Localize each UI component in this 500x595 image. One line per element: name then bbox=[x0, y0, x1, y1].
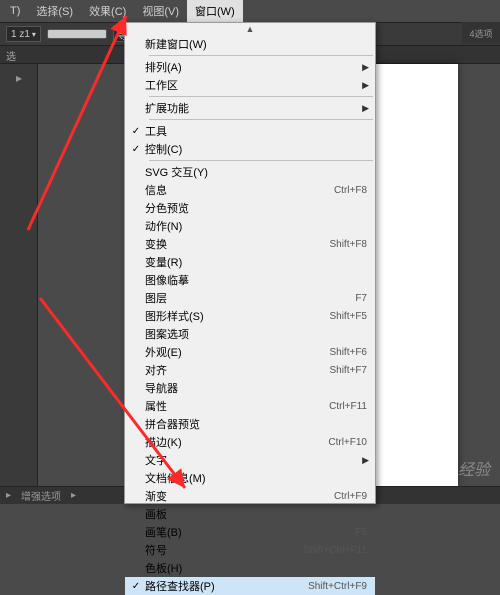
menu-effect[interactable]: 效果(C) bbox=[81, 0, 134, 22]
submenu-arrow-icon: ▶ bbox=[362, 80, 369, 91]
menu-extensions[interactable]: 扩展功能 ▶ bbox=[125, 99, 375, 117]
menu-separator bbox=[149, 160, 373, 161]
menu-window[interactable]: 窗口(W) bbox=[187, 0, 243, 22]
menu-new-window[interactable]: 新建窗口(W) bbox=[125, 35, 375, 53]
status-chevron-icon[interactable]: ▸ bbox=[71, 490, 76, 501]
menu-pathfinder[interactable]: ✓路径查找器(P)Shift+Ctrl+F9 bbox=[125, 577, 375, 595]
menu-scroll-up[interactable]: ▲ bbox=[125, 23, 375, 35]
menu-brushes[interactable]: 画笔(B)F5 bbox=[125, 523, 375, 541]
menu-workspace[interactable]: 工作区 ▶ bbox=[125, 76, 375, 94]
submenu-arrow-icon: ▶ bbox=[362, 62, 369, 73]
menu-transform[interactable]: 变换Shift+F8 bbox=[125, 235, 375, 253]
submenu-arrow-icon: ▶ bbox=[362, 103, 369, 114]
menu-info[interactable]: 信息Ctrl+F8 bbox=[125, 181, 375, 199]
menu-image-trace[interactable]: 图像临摹 bbox=[125, 271, 375, 289]
menu-attributes[interactable]: 属性Ctrl+F11 bbox=[125, 397, 375, 415]
menu-artboards[interactable]: 画板 bbox=[125, 505, 375, 523]
menu-control[interactable]: ✓ 控制(C) bbox=[125, 140, 375, 158]
menu-separator bbox=[149, 96, 373, 97]
menu-pattern-options[interactable]: 图案选项 bbox=[125, 325, 375, 343]
menu-actions[interactable]: 动作(N) bbox=[125, 217, 375, 235]
menu-object[interactable]: T) bbox=[2, 2, 28, 20]
menu-separations-preview[interactable]: 分色预览 bbox=[125, 199, 375, 217]
menu-gradient[interactable]: 渐变Ctrl+F9 bbox=[125, 487, 375, 505]
menu-tools[interactable]: ✓ 工具 bbox=[125, 122, 375, 140]
menu-appearance[interactable]: 外观(E)Shift+F6 bbox=[125, 343, 375, 361]
menu-stroke[interactable]: 描边(K)Ctrl+F10 bbox=[125, 433, 375, 451]
menu-navigator[interactable]: 导航器 bbox=[125, 379, 375, 397]
menu-separator bbox=[149, 119, 373, 120]
menubar: T) 选择(S) 效果(C) 视图(V) 窗口(W) bbox=[0, 0, 500, 22]
status-label: 增强选项 bbox=[21, 488, 61, 503]
menu-separator bbox=[149, 55, 373, 56]
check-icon: ✓ bbox=[127, 126, 145, 137]
menu-select[interactable]: 选择(S) bbox=[28, 0, 81, 22]
check-icon: ✓ bbox=[127, 144, 145, 155]
right-tab[interactable]: 4选项 bbox=[462, 22, 500, 44]
menu-graphic-styles[interactable]: 图形样式(S)Shift+F5 bbox=[125, 307, 375, 325]
submenu-arrow-icon: ▶ bbox=[362, 455, 369, 466]
menu-layers[interactable]: 图层F7 bbox=[125, 289, 375, 307]
menu-type[interactable]: 文字▶ bbox=[125, 451, 375, 469]
menu-flattener-preview[interactable]: 拼合器预览 bbox=[125, 415, 375, 433]
menu-document-info[interactable]: 文档信息(M) bbox=[125, 469, 375, 487]
status-zoom[interactable]: ▸ bbox=[6, 490, 11, 501]
window-menu-dropdown: ▲ 新建窗口(W) 排列(A) ▶ 工作区 ▶ 扩展功能 ▶ ✓ 工具 ✓ 控制… bbox=[124, 22, 376, 504]
tool-unknown[interactable]: ▸ bbox=[2, 66, 36, 90]
menu-swatches[interactable]: 色板(H) bbox=[125, 559, 375, 577]
menu-svg-interactivity[interactable]: SVG 交互(Y) bbox=[125, 163, 375, 181]
menu-align[interactable]: 对齐Shift+F7 bbox=[125, 361, 375, 379]
menu-variables[interactable]: 变量(R) bbox=[125, 253, 375, 271]
menu-view[interactable]: 视图(V) bbox=[134, 0, 187, 22]
zoom-field[interactable]: 1 z1▾ bbox=[6, 26, 41, 42]
toolbox: ▸ bbox=[0, 64, 38, 486]
watermark: Baidu经验 bbox=[417, 456, 490, 480]
menu-symbols[interactable]: 符号Shift+Ctrl+F11 bbox=[125, 541, 375, 559]
check-icon: ✓ bbox=[127, 581, 145, 592]
menu-arrange[interactable]: 排列(A) ▶ bbox=[125, 58, 375, 76]
stroke-slider[interactable] bbox=[47, 29, 107, 39]
